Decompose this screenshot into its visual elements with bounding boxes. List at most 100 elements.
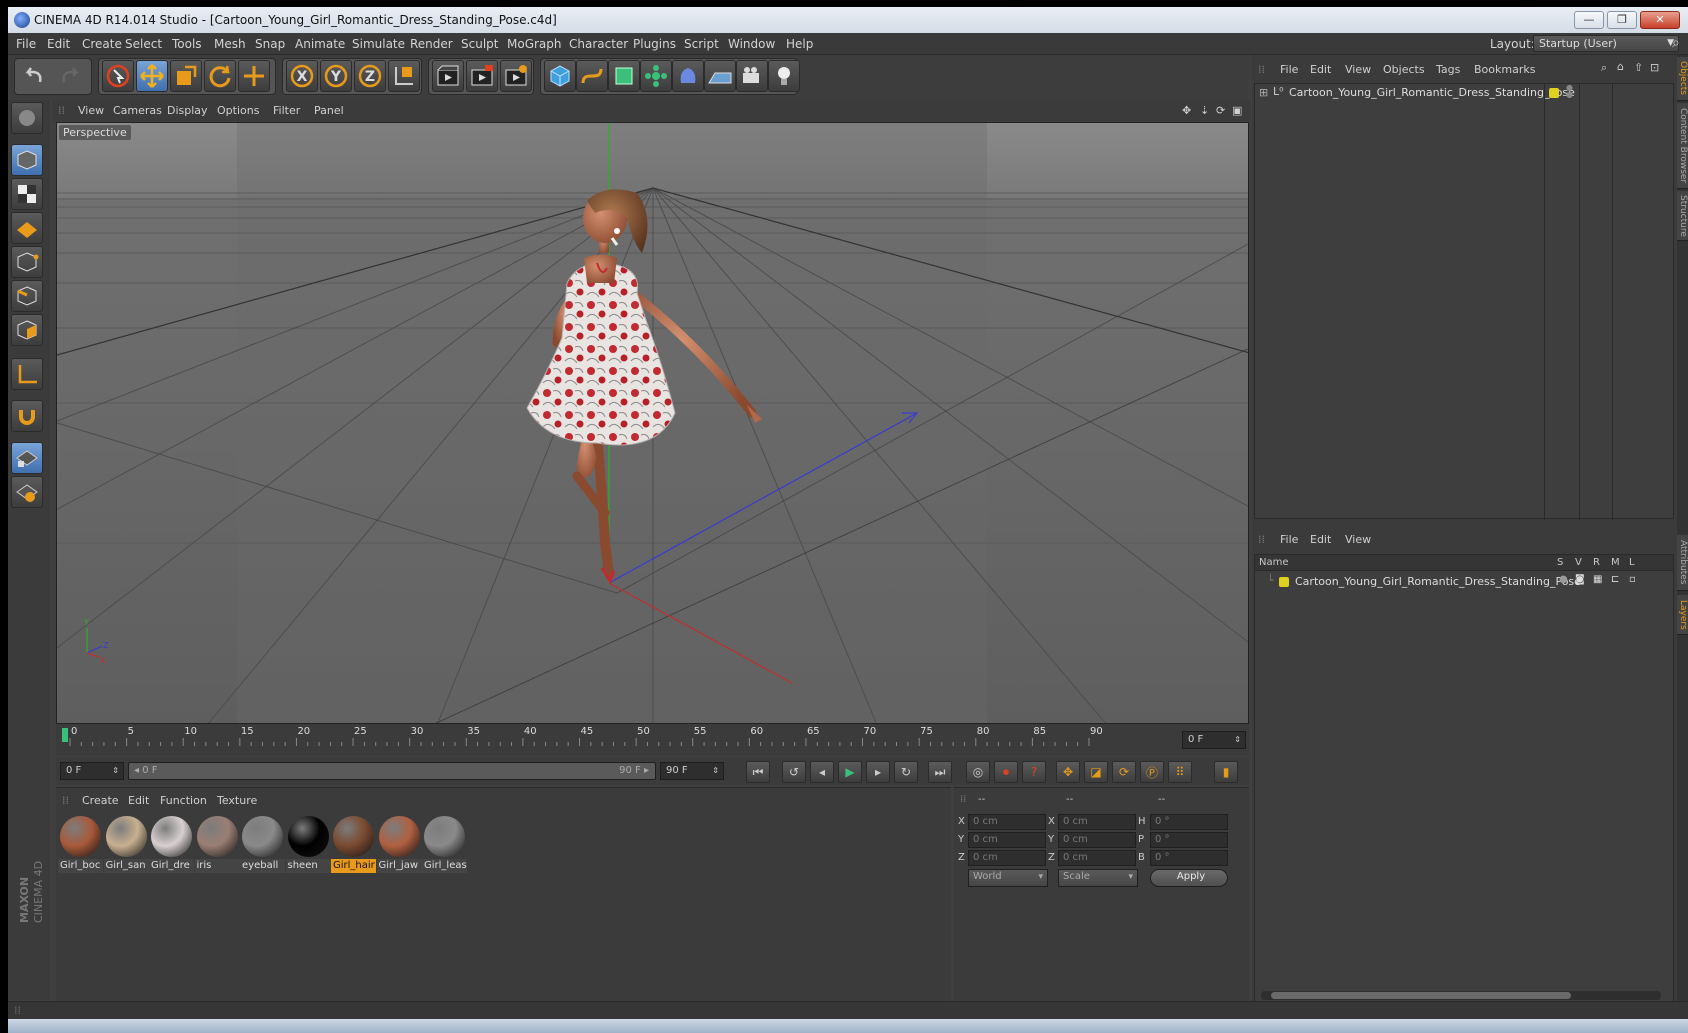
scrollbar-thumb[interactable] [1271, 992, 1571, 999]
redo-icon[interactable] [54, 60, 86, 92]
menu-render[interactable]: Render [410, 37, 453, 51]
minimize-button[interactable]: — [1574, 11, 1604, 29]
coord-field[interactable]: 0 cm [968, 832, 1046, 848]
layer-row[interactable]: └ Cartoon_Young_Girl_Romantic_Dress_Stan… [1255, 573, 1673, 591]
key-scale-icon[interactable]: ◪ [1084, 761, 1108, 783]
menu-file[interactable]: File [16, 37, 36, 51]
key-parameter-icon[interactable]: Ⓟ [1140, 761, 1164, 783]
search-icon[interactable]: ⌕ [1672, 35, 1680, 51]
expand-icon[interactable]: ⊞ [1259, 86, 1268, 99]
floor-icon[interactable] [704, 60, 736, 92]
y-axis-icon[interactable]: Y [320, 60, 352, 92]
menu-plugins[interactable]: Plugins [633, 37, 676, 51]
coord-size-mode-select[interactable]: Scale ▾ [1058, 869, 1138, 887]
material-swatch[interactable]: Girl_hair [331, 814, 376, 873]
visibility-dots-icon[interactable]: ● ● [1566, 84, 1573, 99]
viewport-menu-cameras[interactable]: Cameras [113, 104, 162, 117]
coord-field[interactable]: 0 ° [1150, 814, 1228, 830]
rotate-icon[interactable] [204, 60, 236, 92]
close-button[interactable]: ✕ [1640, 11, 1680, 29]
previous-frame-icon[interactable]: ◂ [810, 761, 834, 783]
recent-tool-icon[interactable] [238, 60, 270, 92]
material-menu-function[interactable]: Function [160, 794, 207, 807]
viewport-name-label[interactable]: Perspective [59, 125, 131, 140]
timeline-layout-icon[interactable]: ▮ [1214, 761, 1238, 783]
rotate-view-icon[interactable]: ⟳ [1216, 104, 1225, 117]
start-frame-field[interactable]: 0 F ⇕ [60, 762, 124, 780]
objects-menu-tags[interactable]: Tags [1436, 63, 1460, 76]
snap-magnet-icon[interactable] [11, 400, 43, 432]
points-mode-icon[interactable] [11, 246, 43, 278]
layers-menu-view[interactable]: View [1345, 533, 1371, 546]
material-swatch[interactable]: Girl_san [103, 814, 149, 873]
viewport-menu-panel[interactable]: Panel [314, 104, 344, 117]
render-settings-icon[interactable] [500, 60, 532, 92]
texture-mode-icon[interactable] [11, 178, 43, 210]
material-menu-create[interactable]: Create [82, 794, 119, 807]
material-swatch[interactable]: sheen [285, 814, 331, 873]
go-to-start-icon[interactable]: ⏮ [746, 761, 770, 783]
x-axis-icon[interactable]: X [286, 60, 318, 92]
material-swatch[interactable]: eyeball [240, 814, 285, 873]
objects-menu-objects[interactable]: Objects [1383, 63, 1425, 76]
zoom-view-icon[interactable]: ⇣ [1200, 104, 1209, 117]
perspective-viewport[interactable]: Y Z X Perspective [56, 122, 1249, 724]
manager-toggle-icon[interactable]: ⊏ [1611, 574, 1619, 585]
solo-toggle-icon[interactable]: ● [1559, 574, 1568, 585]
coord-mode-select[interactable]: World ▾ [968, 869, 1048, 887]
material-swatch[interactable]: Girl_leas [422, 814, 467, 873]
next-frame-icon[interactable]: ▸ [866, 761, 890, 783]
material-swatch[interactable]: Girl_dre [149, 814, 194, 873]
solo-icon[interactable] [11, 476, 43, 508]
next-key-icon[interactable]: ↻ [894, 761, 918, 783]
column-solo[interactable]: S [1557, 557, 1563, 568]
coordinate-system-icon[interactable] [388, 60, 420, 92]
viewport-menu-filter[interactable]: Filter [273, 104, 300, 117]
layer-name[interactable]: Cartoon_Young_Girl_Romantic_Dress_Standi… [1295, 575, 1581, 588]
objects-menu-edit[interactable]: Edit [1310, 63, 1331, 76]
menu-window[interactable]: Window [728, 37, 775, 51]
material-menu-texture[interactable]: Texture [217, 794, 257, 807]
keyframe-selection-icon[interactable]: ? [1022, 761, 1046, 783]
menu-select[interactable]: Select [125, 37, 162, 51]
frame-range-slider[interactable]: ◂ 0 F 90 F ▸ [128, 762, 656, 780]
search-icon[interactable]: ⌕ [1601, 61, 1607, 75]
coord-field[interactable]: 0 cm [1058, 850, 1136, 866]
column-manager[interactable]: M [1611, 557, 1620, 568]
menu-mesh[interactable]: Mesh [214, 37, 246, 51]
render-toggle-icon[interactable]: ▦ [1593, 574, 1602, 585]
live-selection-icon[interactable] [102, 60, 134, 92]
layers-menu-edit[interactable]: Edit [1310, 533, 1331, 546]
spline-icon[interactable] [576, 60, 608, 92]
scale-icon[interactable] [170, 60, 202, 92]
tab-attributes[interactable]: Attributes [1677, 535, 1688, 591]
undo-icon[interactable] [18, 60, 50, 92]
coord-field[interactable]: 0 cm [1058, 832, 1136, 848]
visible-toggle-icon[interactable]: ◙ [1575, 574, 1585, 585]
edges-mode-icon[interactable] [11, 280, 43, 312]
objects-menu-view[interactable]: View [1345, 63, 1371, 76]
axis-mode-icon[interactable] [11, 358, 43, 390]
move-view-icon[interactable]: ✥ [1182, 104, 1191, 117]
menu-snap[interactable]: Snap [255, 37, 285, 51]
home-icon[interactable]: ⌂ [1617, 60, 1624, 73]
previous-key-icon[interactable]: ↺ [782, 761, 806, 783]
tab-content-browser[interactable]: Content Browser [1677, 103, 1688, 189]
lock-toggle-icon[interactable]: ▫ [1629, 574, 1636, 585]
autokey-icon[interactable]: ⏺ [994, 761, 1018, 783]
layers-menu-file[interactable]: File [1280, 533, 1298, 546]
menu-edit[interactable]: Edit [47, 37, 70, 51]
array-icon[interactable] [640, 60, 672, 92]
apply-button[interactable]: Apply [1150, 869, 1228, 887]
material-swatch[interactable]: Girl_boc [58, 814, 103, 873]
material-menu-edit[interactable]: Edit [128, 794, 149, 807]
render-view-icon[interactable] [432, 60, 464, 92]
objects-menu-bookmarks[interactable]: Bookmarks [1474, 63, 1535, 76]
viewport-menu-options[interactable]: Options [217, 104, 259, 117]
material-swatch[interactable]: iris [194, 814, 240, 873]
key-pla-icon[interactable]: ⠿ [1168, 761, 1192, 783]
menu-animate[interactable]: Animate [295, 37, 345, 51]
new-window-icon[interactable]: ⊡ [1650, 61, 1659, 74]
coord-field[interactable]: 0 ° [1150, 832, 1228, 848]
workplane-lock-icon[interactable] [11, 442, 43, 474]
